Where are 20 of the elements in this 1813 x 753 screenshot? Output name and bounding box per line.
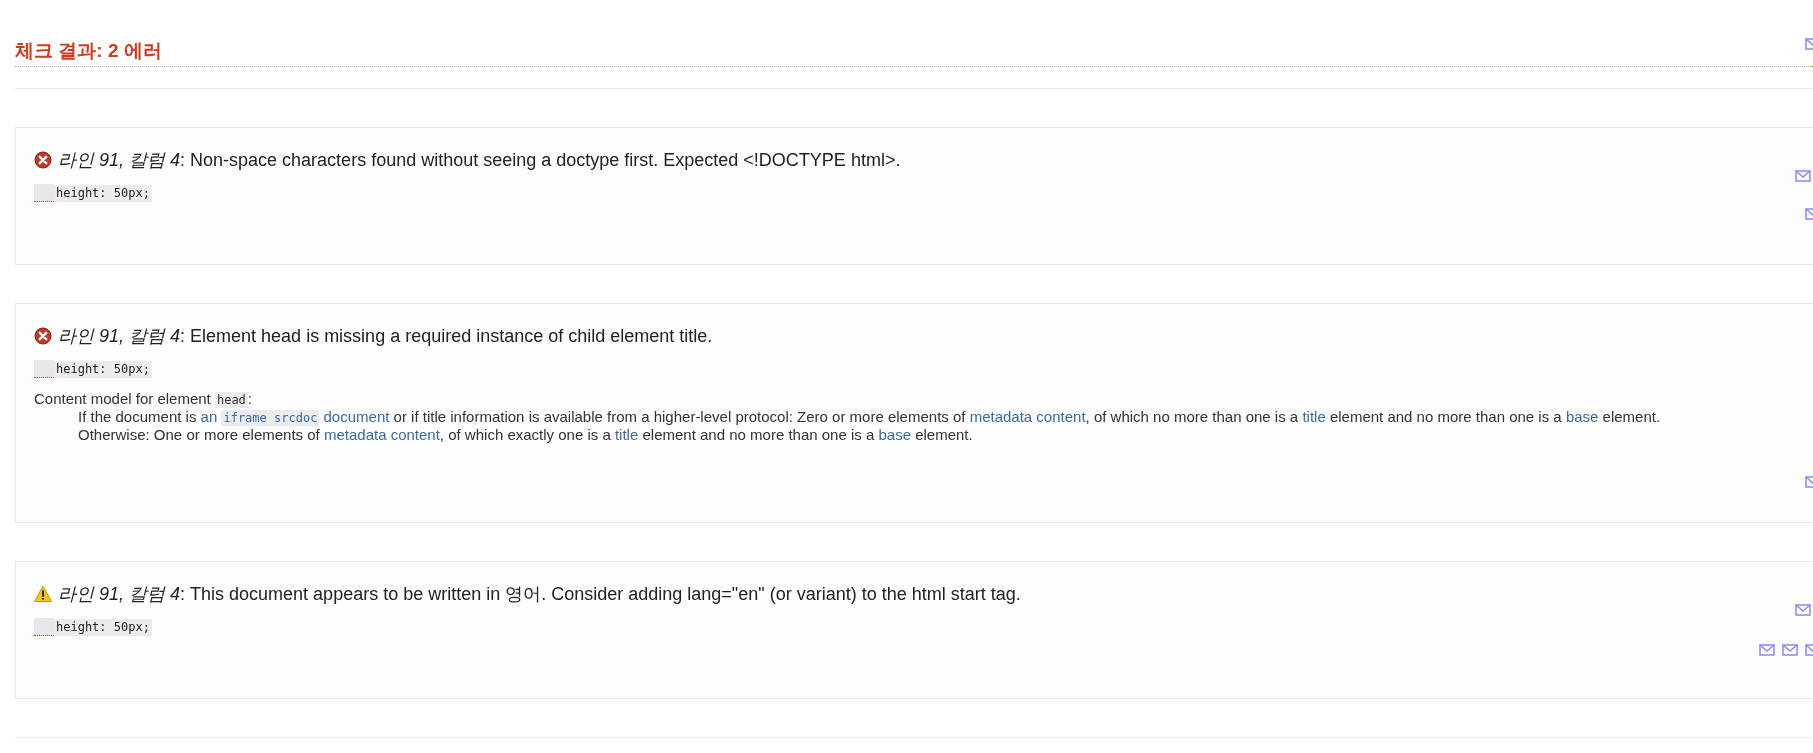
line-gutter: [34, 618, 54, 636]
error-icon: [34, 151, 52, 169]
result-heading: 체크 결과: 2 에러: [15, 39, 162, 63]
mail-icon[interactable]: [1782, 644, 1798, 656]
error-icon: [34, 327, 52, 345]
content-model-text: Otherwise: One or more elements of metadata content, of which exactly one is a title element and no more than one is a base element.: [78, 426, 974, 443]
line-gutter: [34, 184, 54, 202]
mail-icon[interactable]: [1795, 604, 1811, 616]
message-text: 라인 91, 칼럼 4: Element head is missing a required instance of child element title.: [58, 325, 713, 348]
mail-icon[interactable]: [1795, 170, 1811, 182]
line-gutter: [34, 360, 54, 378]
content-model-text: If the document is an iframe srcdoc document or if title information is available from a higher-level protocol: Zero or more elements of metadata content, of which no more than one is a title element and no more than one is a base element.: [78, 408, 1662, 426]
message-text: 라인 91, 칼럼 4: Non-space characters found without seeing a doctype first. Expected <!DOCTYPE html>.: [58, 149, 901, 172]
warning-icon: [34, 585, 52, 603]
mail-icon[interactable]: [1759, 644, 1775, 656]
content-model-text: Content model for element head:: [34, 390, 253, 408]
code-extract: height: 50px;: [54, 618, 152, 636]
message-text: 라인 91, 칼럼 4: This document appears to be written in 영어. Consider adding lang="en" (or variant) to the html start tag.: [58, 583, 1021, 606]
code-extract: height: 50px;: [54, 360, 152, 378]
code-extract: height: 50px;: [54, 184, 152, 202]
